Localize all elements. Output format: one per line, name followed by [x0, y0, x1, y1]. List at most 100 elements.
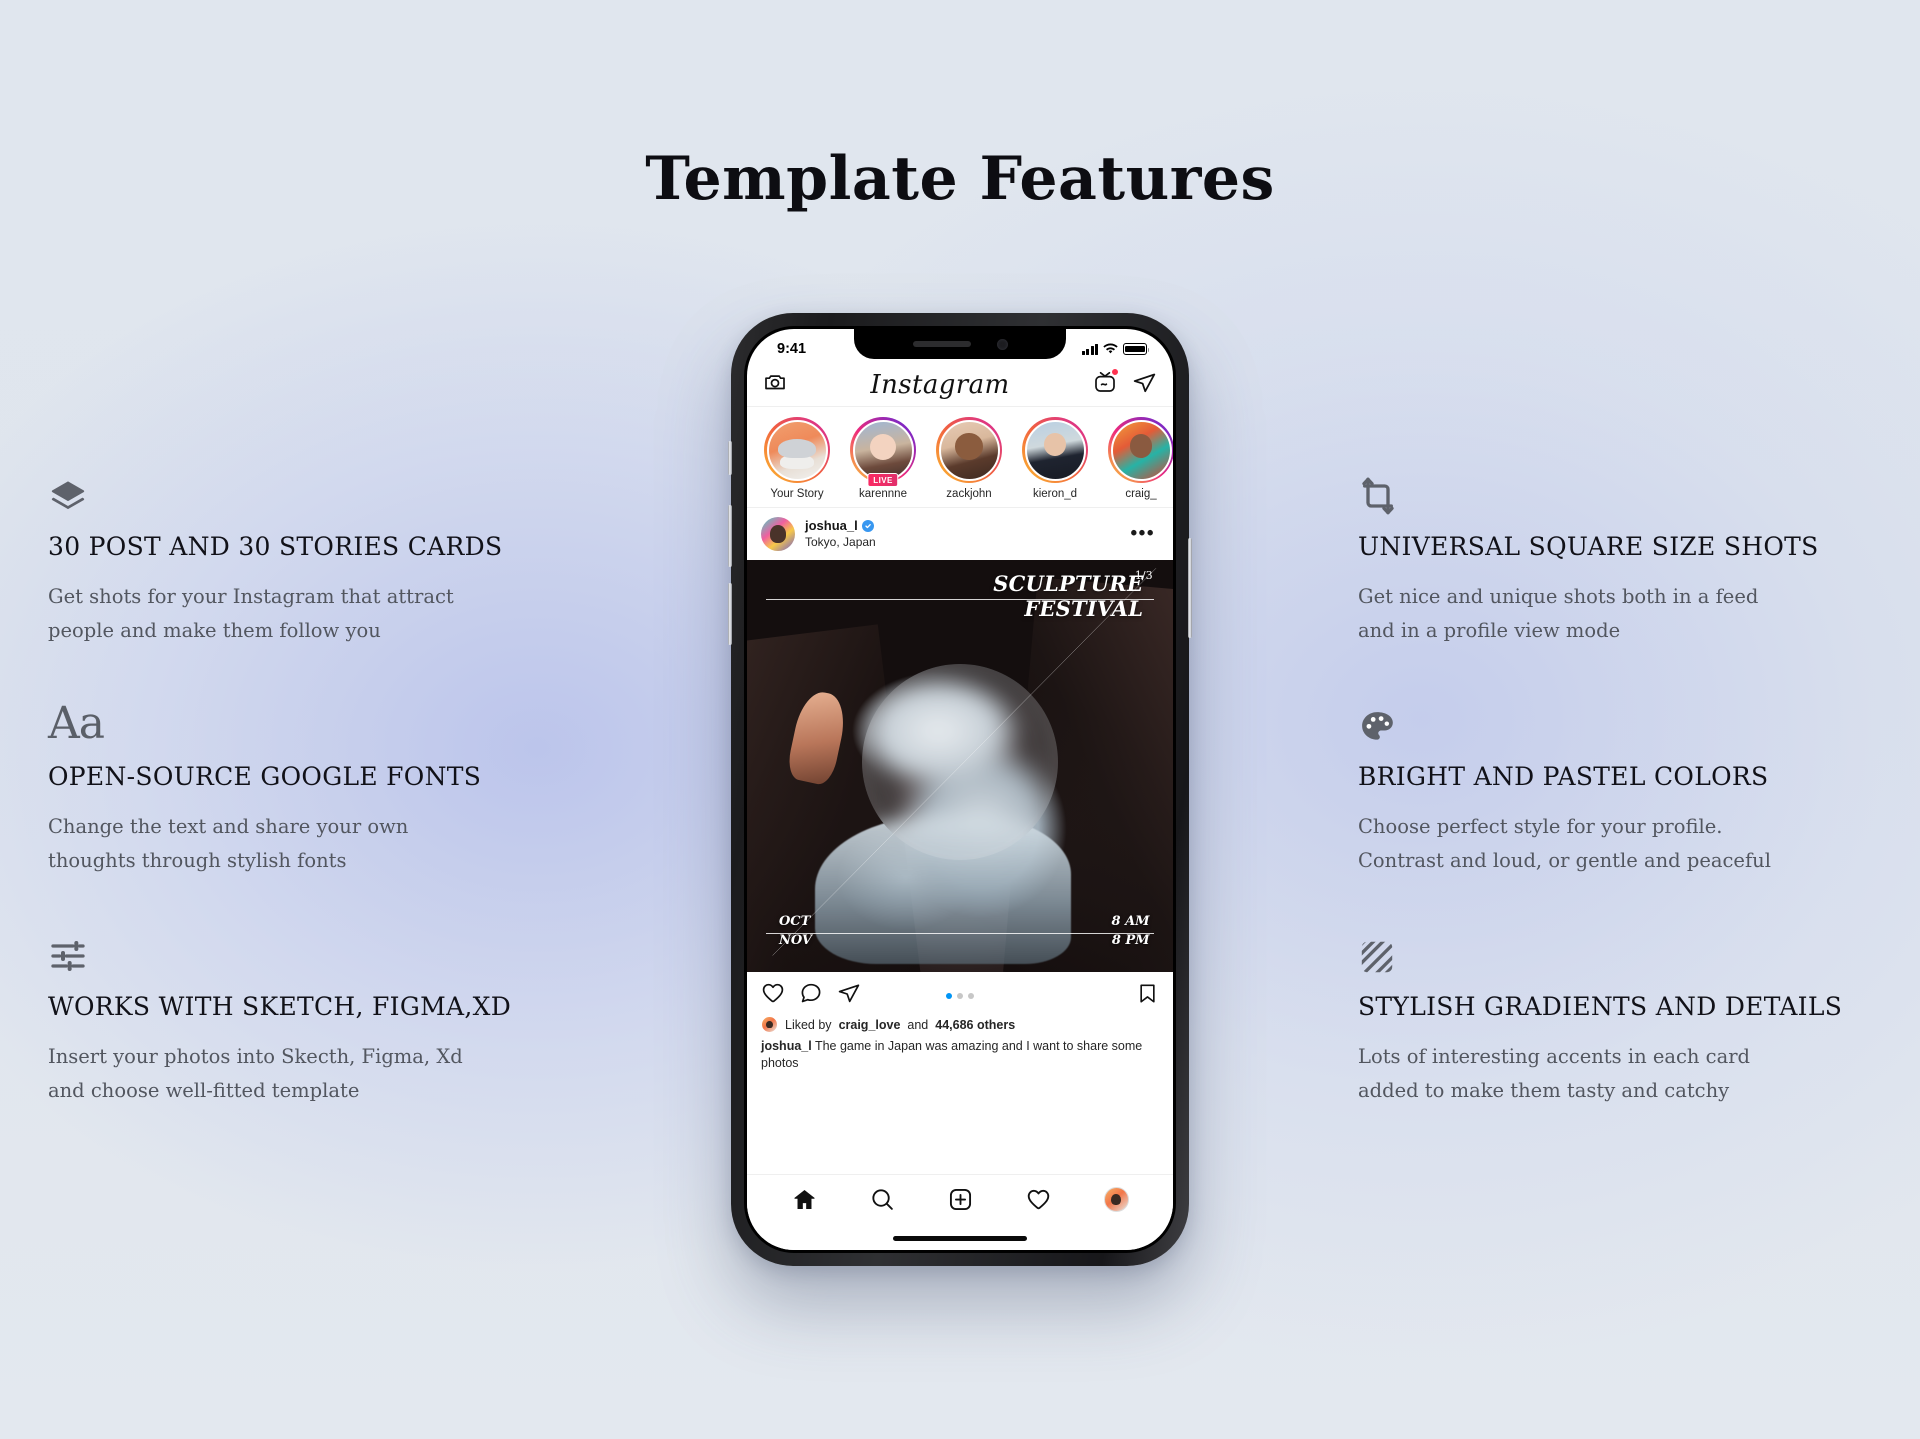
image-time-start: 8 AM	[1111, 913, 1150, 929]
share-icon[interactable]	[837, 981, 861, 1010]
likes-username[interactable]: craig_love	[839, 1018, 901, 1032]
post-image[interactable]: SCULPTURE FESTIVAL 1/3 OCT NOV 8 AM 8 PM	[747, 560, 1173, 972]
story-label: zackjohn	[946, 488, 992, 500]
feature-body-line: and choose well-fitted template	[48, 1079, 360, 1102]
feature-body: Get nice and unique shots both in a feed…	[1358, 580, 1788, 648]
feature-item: 30 POST AND 30 STORIES CARDS Get shots f…	[48, 470, 518, 648]
post-caption: joshua_l The game in Japan was amazing a…	[747, 1033, 1173, 1073]
phone-mockup: 9:41 Instagram Your Story LIVE karennne …	[728, 313, 1192, 1266]
home-icon[interactable]	[792, 1187, 817, 1217]
post-primary-actions	[761, 981, 861, 1010]
power-button[interactable]	[1188, 538, 1192, 638]
story-item[interactable]: craig_	[1104, 417, 1173, 500]
post-save-action	[1136, 982, 1159, 1010]
image-rule-bottom	[766, 933, 1154, 935]
cellular-signal-icon	[1081, 343, 1098, 355]
feature-body: Choose perfect style for your profile. C…	[1358, 810, 1788, 878]
heart-icon[interactable]	[761, 981, 785, 1010]
caption-username[interactable]: joshua_l	[761, 1039, 812, 1053]
image-date-range: OCT NOV	[779, 912, 812, 951]
features-left-column: 30 POST AND 30 STORIES CARDS Get shots f…	[48, 470, 518, 1108]
feature-body-line: Get nice and unique shots both in a feed	[1358, 585, 1759, 608]
camera-icon[interactable]	[763, 370, 787, 399]
typography-aa-glyph: Aa	[48, 698, 105, 749]
image-time-range: 8 AM 8 PM	[1112, 912, 1150, 951]
avatar	[852, 419, 914, 481]
feature-body-line: Choose perfect style for your profile.	[1358, 815, 1723, 838]
story-label: kieron_d	[1032, 488, 1078, 500]
feature-body: Lots of interesting accents in each card…	[1358, 1040, 1788, 1108]
feature-item: Aa OPEN-SOURCE GOOGLE FONTS Change the t…	[48, 700, 518, 878]
phone-bezel: 9:41 Instagram Your Story LIVE karennne …	[744, 326, 1176, 1253]
feature-body: Get shots for your Instagram that attrac…	[48, 580, 478, 648]
poster-canvas: Template Features 30 POST AND 30 STORIES…	[0, 0, 1920, 1439]
avatar	[938, 419, 1000, 481]
instagram-logo: Instagram	[870, 369, 1010, 400]
likes-count[interactable]: 44,686 others	[935, 1018, 1015, 1032]
likes-row[interactable]: Liked by craig_love and 44,686 others	[747, 1014, 1173, 1033]
bookmark-icon[interactable]	[1136, 983, 1159, 1009]
stories-tray[interactable]: Your Story LIVE karennne zackjohn kieron…	[747, 407, 1173, 508]
add-post-icon[interactable]	[948, 1187, 973, 1217]
story-label: craig_	[1125, 488, 1157, 500]
image-title-line1: SCULPTURE	[993, 570, 1144, 596]
carousel-dot[interactable]	[957, 992, 963, 999]
story-item[interactable]: LIVE karennne	[846, 417, 920, 500]
story-ring	[1022, 417, 1088, 483]
status-time: 9:41	[777, 341, 807, 357]
battery-full-icon	[1123, 343, 1150, 355]
search-icon[interactable]	[870, 1187, 895, 1217]
post-location[interactable]: Tokyo, Japan	[805, 535, 1121, 550]
carousel-dot[interactable]	[968, 992, 974, 999]
image-time-end: 8 PM	[1111, 933, 1150, 949]
feature-body-line: thoughts through stylish fonts	[48, 849, 347, 872]
igtv-icon[interactable]	[1093, 368, 1119, 399]
status-bar: 9:41	[747, 329, 1173, 363]
image-month-start: OCT	[778, 913, 811, 929]
blur-circle-accent	[862, 663, 1058, 860]
post-more-options-button[interactable]: •••	[1131, 524, 1159, 544]
feature-title: 30 POST AND 30 STORIES CARDS	[48, 532, 503, 561]
feature-body-line: Lots of interesting accents in each card	[1358, 1045, 1751, 1068]
story-item[interactable]: kieron_d	[1018, 417, 1092, 500]
story-ring	[936, 417, 1002, 483]
mute-switch-button[interactable]	[728, 441, 732, 475]
profile-avatar-icon[interactable]	[1103, 1187, 1129, 1212]
carousel-dot-active[interactable]	[946, 992, 952, 999]
comment-icon[interactable]	[799, 981, 823, 1010]
gradient-hatch-icon	[1358, 930, 1828, 976]
feature-title: STYLISH GRADIENTS AND DETAILS	[1358, 992, 1843, 1021]
story-item[interactable]: zackjohn	[932, 417, 1006, 500]
volume-up-button[interactable]	[728, 505, 732, 567]
direct-message-icon[interactable]	[1132, 370, 1157, 400]
post-action-bar	[747, 972, 1173, 1014]
instagram-header: Instagram	[747, 363, 1173, 407]
avatar	[766, 419, 828, 481]
home-indicator	[893, 1236, 1027, 1241]
feature-item: STYLISH GRADIENTS AND DETAILS Lots of in…	[1358, 930, 1843, 1108]
feature-item: BRIGHT AND PASTEL COLORS Choose perfect …	[1358, 700, 1828, 878]
feature-item: WORKS WITH SKETCH, FIGMA,XD Insert your …	[48, 930, 518, 1108]
feature-item: UNIVERSAL SQUARE SIZE SHOTS Get nice and…	[1358, 470, 1828, 648]
feature-body: Change the text and share your own thoug…	[48, 810, 478, 878]
feature-body-line: Insert your photos into Skecth, Figma, X…	[48, 1045, 463, 1068]
verified-badge-icon	[861, 520, 874, 532]
crop-icon	[1358, 470, 1828, 516]
volume-down-button[interactable]	[728, 583, 732, 645]
post-username: joshua_l	[805, 517, 858, 533]
feature-title: WORKS WITH SKETCH, FIGMA,XD	[48, 992, 512, 1021]
avatar[interactable]	[761, 517, 795, 551]
story-item[interactable]: Your Story	[760, 417, 834, 500]
story-ring	[764, 417, 830, 483]
avatar	[1110, 419, 1172, 481]
feature-body: Insert your photos into Skecth, Figma, X…	[48, 1040, 478, 1108]
image-title-line2: FESTIVAL	[1024, 596, 1144, 622]
feature-body-line: people and make them follow you	[48, 619, 381, 642]
features-right-column: UNIVERSAL SQUARE SIZE SHOTS Get nice and…	[1358, 470, 1843, 1108]
story-label: Your Story	[770, 488, 824, 500]
palette-icon	[1358, 700, 1828, 746]
avatar	[761, 1016, 778, 1033]
activity-heart-icon[interactable]	[1026, 1187, 1051, 1217]
layers-icon	[48, 470, 518, 516]
post-username-row[interactable]: joshua_l	[805, 518, 1121, 534]
